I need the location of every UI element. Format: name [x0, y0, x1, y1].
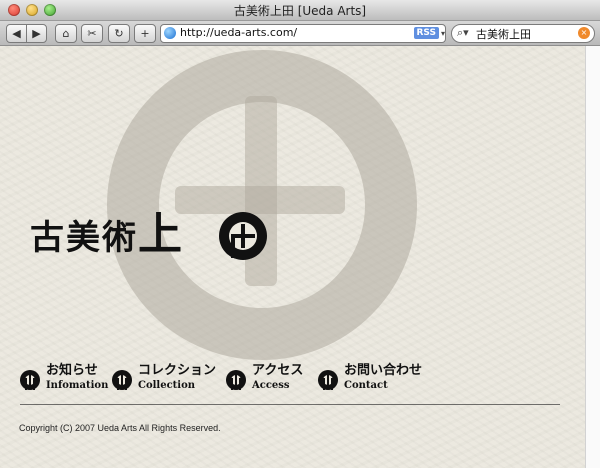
logo-mark-icon[interactable] [219, 212, 267, 260]
globe-icon [164, 27, 176, 39]
nav-item-contact[interactable]: お問い合わせ Contact [318, 364, 422, 404]
reload-button[interactable]: ↻ [108, 24, 130, 43]
snapback-icon: ✂ [87, 27, 97, 40]
nav-label-en: Contact [344, 380, 388, 391]
address-url[interactable]: http://ueda-arts.com/ [180, 26, 297, 39]
nav-label-jp: お知らせ [46, 363, 98, 378]
home-icon: ⌂ [62, 27, 70, 40]
hero-cross-horizontal [175, 186, 345, 214]
nav-bullet-icon [112, 370, 132, 390]
nav-label-en: Collection [138, 380, 196, 391]
chevron-down-icon[interactable]: ▾ [441, 29, 445, 38]
nav-bullet-icon [20, 370, 40, 390]
nav-label-en: Access [252, 380, 290, 391]
forward-arrow-icon: ▶ [32, 27, 41, 40]
search-query[interactable]: 古美術上田 [476, 26, 531, 42]
web-page: 古美術上 お知らせ Infomation コレクション Collection ア… [0, 46, 585, 468]
nav-label-jp: コレクション [138, 363, 217, 378]
vertical-scrollbar[interactable] [585, 46, 600, 468]
window-title: 古美術上田 [Ueda Arts] [233, 4, 367, 18]
copyright-text: Copyright (C) 2007 Ueda Arts All Rights … [19, 423, 221, 433]
search-field[interactable]: ⌕▾ 古美術上田 × [451, 24, 595, 43]
rss-button[interactable]: RSS [413, 27, 439, 39]
main-nav: お知らせ Infomation コレクション Collection アクセス A… [20, 364, 560, 404]
nav-label-jp: アクセス [252, 363, 304, 378]
nav-item-collection[interactable]: コレクション Collection [112, 364, 216, 404]
browser-window: 古美術上田 [Ueda Arts] ◀ ▶ ⌂ ✂ ↻ + http://ued… [0, 0, 600, 468]
nav-label-en: Infomation [46, 380, 109, 391]
back-arrow-icon: ◀ [12, 27, 21, 40]
browser-toolbar: ◀ ▶ ⌂ ✂ ↻ + http://ueda-arts.com/ RSS ▾ … [0, 21, 600, 46]
footer-divider [20, 404, 560, 405]
nav-label-jp: お問い合わせ [344, 363, 423, 378]
add-bookmark-button[interactable]: + [134, 24, 156, 43]
nav-bullet-icon [318, 370, 338, 390]
nav-item-information[interactable]: お知らせ Infomation [20, 364, 108, 404]
clear-search-button[interactable]: × [578, 27, 590, 39]
plus-icon: + [140, 27, 150, 40]
nav-bullet-icon [226, 370, 246, 390]
reload-icon: ↻ [114, 27, 124, 40]
title-bar: 古美術上田 [Ueda Arts] [0, 0, 600, 21]
snapback-button[interactable]: ✂ [81, 24, 103, 43]
search-icon[interactable]: ⌕▾ [457, 26, 469, 40]
address-bar[interactable]: http://ueda-arts.com/ RSS ▾ [160, 24, 446, 43]
home-button[interactable]: ⌂ [55, 24, 77, 43]
site-logo-text: 古美術 [30, 218, 138, 258]
forward-button[interactable]: ▶ [26, 24, 47, 43]
site-logo[interactable]: 古美術上 [30, 198, 184, 262]
nav-item-access[interactable]: アクセス Access [226, 364, 303, 404]
back-button[interactable]: ◀ [6, 24, 27, 43]
site-logo-big-char: 上 [138, 209, 184, 260]
